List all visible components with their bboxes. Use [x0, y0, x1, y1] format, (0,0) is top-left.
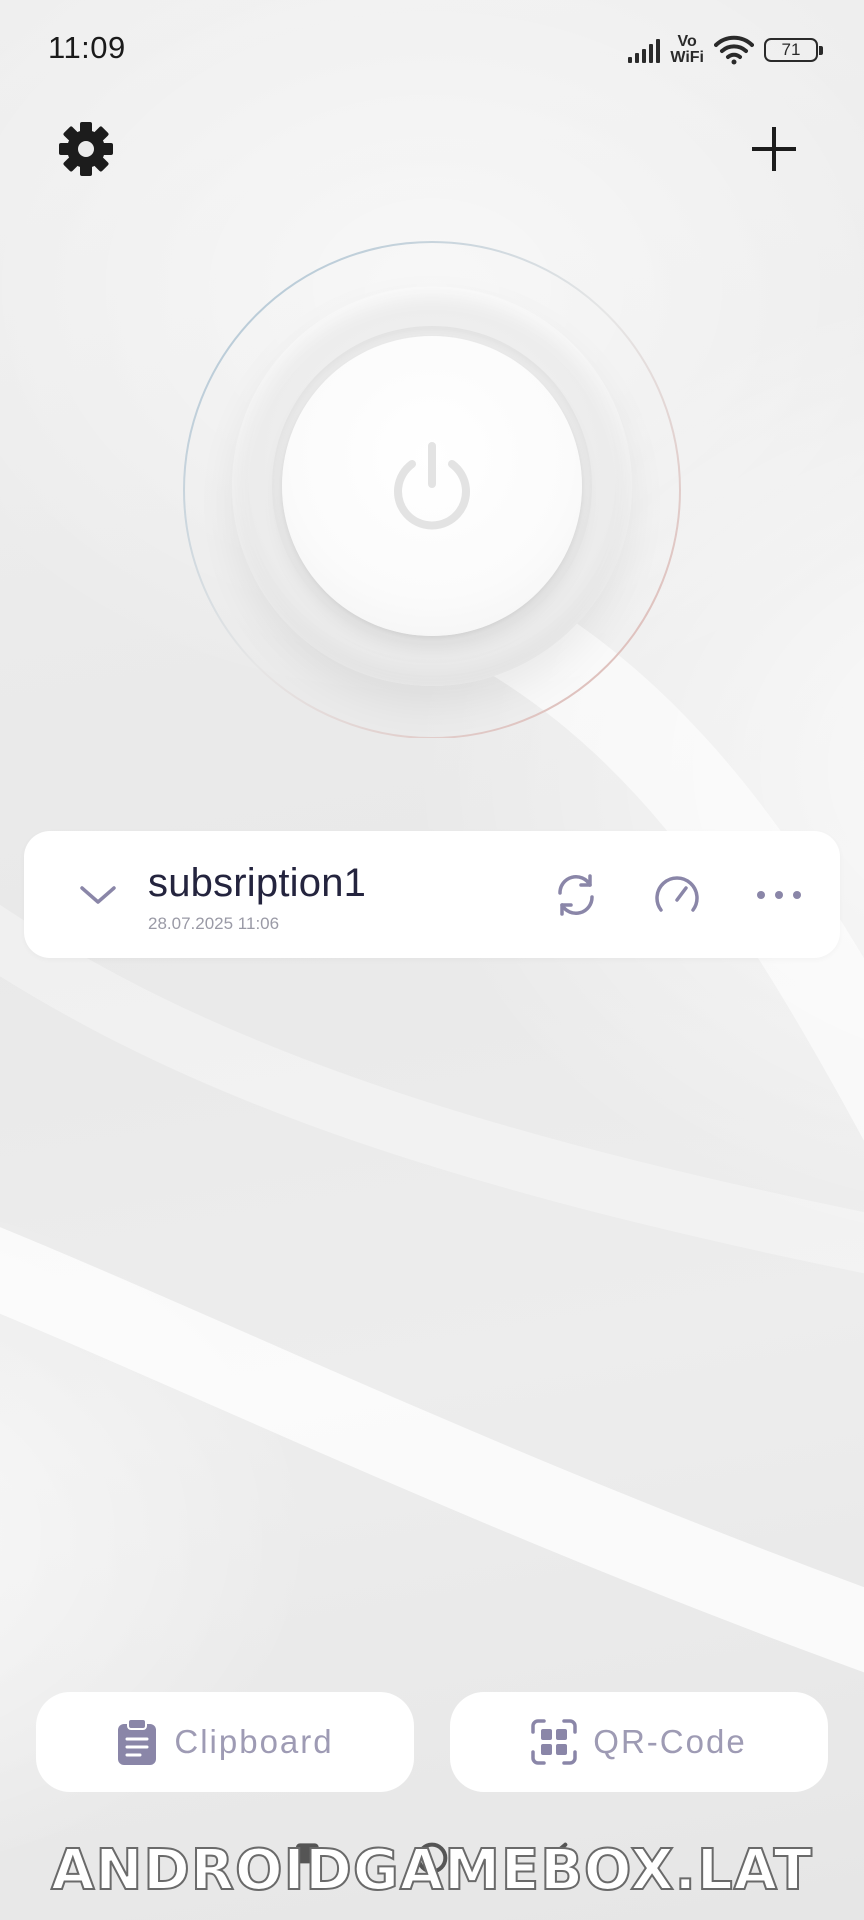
clipboard-icon: [118, 1718, 157, 1765]
speedtest-button[interactable]: [646, 864, 708, 926]
qr-scan-icon: [531, 1719, 578, 1765]
qr-code-label: QR-Code: [593, 1723, 747, 1760]
power-button[interactable]: [282, 336, 582, 636]
status-bar: 11:09 Vo WiFi 71: [0, 0, 864, 100]
add-button[interactable]: [740, 115, 808, 183]
wifi-icon: [714, 35, 754, 65]
more-button[interactable]: [748, 864, 810, 926]
battery-level: 71: [781, 40, 801, 59]
vowifi-label-top: Vo: [677, 33, 697, 50]
watermark: ANDROIDGAMEBOX.LAT: [50, 1837, 813, 1904]
power-icon: [394, 442, 470, 530]
plus-icon: [752, 127, 796, 171]
settings-button[interactable]: [52, 115, 120, 183]
subscription-updated: 28.07.2025 11:06: [148, 914, 280, 933]
speedometer-icon: [655, 876, 699, 912]
expand-button[interactable]: [62, 869, 134, 921]
subscription-name: subsription1: [148, 861, 367, 905]
clipboard-button[interactable]: Clipboard: [36, 1692, 414, 1792]
qr-code-button[interactable]: QR-Code: [450, 1692, 828, 1792]
gear-icon: [59, 122, 113, 176]
status-time: 11:09: [48, 30, 126, 65]
power-area: [182, 238, 682, 738]
subscription-card[interactable]: subsription1 28.07.2025 11:06: [24, 831, 840, 958]
refresh-icon: [558, 874, 594, 916]
battery-icon: 71: [764, 38, 823, 62]
clipboard-label: Clipboard: [174, 1723, 334, 1760]
signal-icon: [628, 37, 661, 63]
more-icon: [757, 891, 801, 899]
vowifi-icon: Vo WiFi: [670, 34, 704, 66]
chevron-down-icon: [80, 886, 116, 904]
status-icons: Vo WiFi 71: [628, 30, 823, 70]
refresh-button[interactable]: [545, 864, 607, 926]
vowifi-label-bottom: WiFi: [670, 49, 704, 66]
